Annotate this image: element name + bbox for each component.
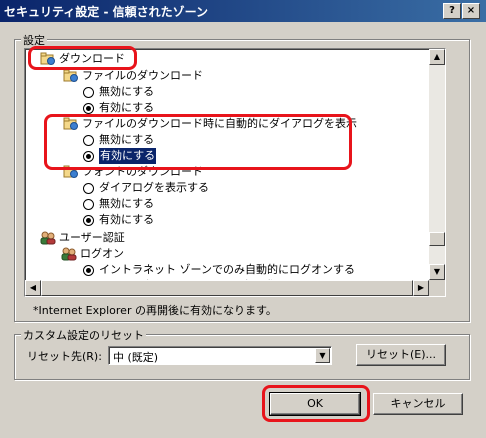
radio-option[interactable]: ダイアログを表示する [83,180,209,196]
radio-option[interactable]: 無効にする [83,196,154,212]
tree-item-label: 無効にする [99,133,155,146]
vertical-scrollbar[interactable]: ▲ ▼ [429,49,445,280]
scroll-left-button[interactable]: ◀ [25,280,41,296]
tree-item-label: 無効にする [99,85,155,98]
tree-item-label: ダウンロード [59,52,125,65]
tree-category: フォントのダウンロード [63,164,203,180]
ok-button[interactable]: OK [269,392,361,416]
radio-unchecked-icon[interactable] [83,198,94,210]
tree-item-label: ダイアログを表示する [99,181,209,194]
radio-option[interactable]: 有効にする [83,212,154,228]
radio-option[interactable]: 無効にする [83,84,154,100]
radio-checked-icon[interactable] [83,150,94,162]
tree-item-label: ファイルのダウンロード時に自動的にダイアログを表示 [82,117,357,130]
window-title: セキュリティ設定 - 信頼されたゾーン [4,5,209,19]
tree-item-label: イントラネット ゾーンでのみ自動的にログオンする [99,263,355,276]
scrollbar-corner [429,280,445,296]
scroll-up-button[interactable]: ▲ [429,49,445,65]
settings-folder-icon [63,165,79,179]
radio-unchecked-icon[interactable] [83,86,94,98]
radio-option[interactable]: 無効にする [83,132,154,148]
settings-folder-icon [40,52,56,66]
settings-folder-icon [63,117,79,131]
scroll-thumb[interactable] [429,232,445,246]
radio-unchecked-icon[interactable] [83,182,94,194]
radio-unchecked-icon[interactable] [83,134,94,146]
horizontal-scrollbar[interactable]: ◀ ▶ [25,280,429,296]
settings-folder-icon [63,69,79,83]
help-button[interactable]: ? [443,3,461,19]
tree-category: ファイルのダウンロード [63,68,203,84]
radio-checked-icon[interactable] [83,102,94,114]
radio-checked-icon[interactable] [83,214,94,226]
tree-item-label: 有効にする [99,213,155,226]
tree-category: ログオン [61,246,124,262]
radio-checked-icon[interactable] [83,264,94,276]
radio-option[interactable]: 有効にする [83,147,158,165]
tree-category: ダウンロード [40,51,125,67]
tree-item-label: 有効にする [99,101,155,114]
tree-category: ファイルのダウンロード時に自動的にダイアログを表示 [63,116,357,132]
tree-item-label: 有効にする [97,147,158,165]
radio-option[interactable]: イントラネット ゾーンでのみ自動的にログオンする [83,262,355,278]
settings-tree: ダウンロード ファイルのダウンロード 無効にする 有効にする ファイルのダウンロード時に… [25,49,429,280]
close-button[interactable]: × [462,3,480,19]
scroll-down-button[interactable]: ▼ [429,264,445,280]
tree-item-label: 無効にする [99,197,155,210]
radio-option[interactable]: 有効にする [83,100,154,116]
settings-tree-list[interactable]: ダウンロード ファイルのダウンロード 無効にする 有効にする ファイルのダウンロード時に… [24,48,446,297]
horizontal-scroll-thumb[interactable] [41,280,413,296]
restart-note: *Internet Explorer の再開後に有効になります。 [33,304,277,317]
title-bar[interactable]: セキュリティ設定 - 信頼されたゾーン ? × [0,0,486,22]
scroll-right-button[interactable]: ▶ [413,280,429,296]
cancel-button[interactable]: キャンセル [373,393,463,415]
user-auth-icon [61,247,77,261]
reset-to-value: 中 (既定) [113,351,159,364]
reset-to-label: リセット先(R): [27,350,102,363]
tree-item-label: ファイルのダウンロード [82,69,203,82]
reset-group-label: カスタム設定のリセット [21,327,146,343]
tree-item-label: ログオン [80,247,124,260]
tree-item-label: ユーザー認証 [59,231,125,244]
settings-group-label: 設定 [21,32,47,48]
chevron-down-icon[interactable]: ▼ [315,348,330,363]
reset-to-select[interactable]: 中 (既定) ▼ [108,346,332,365]
user-auth-icon [40,231,56,245]
tree-item-label: フォントのダウンロード [82,165,203,178]
reset-button[interactable]: リセット(E)... [356,344,446,366]
tree-category: ユーザー認証 [40,230,125,246]
